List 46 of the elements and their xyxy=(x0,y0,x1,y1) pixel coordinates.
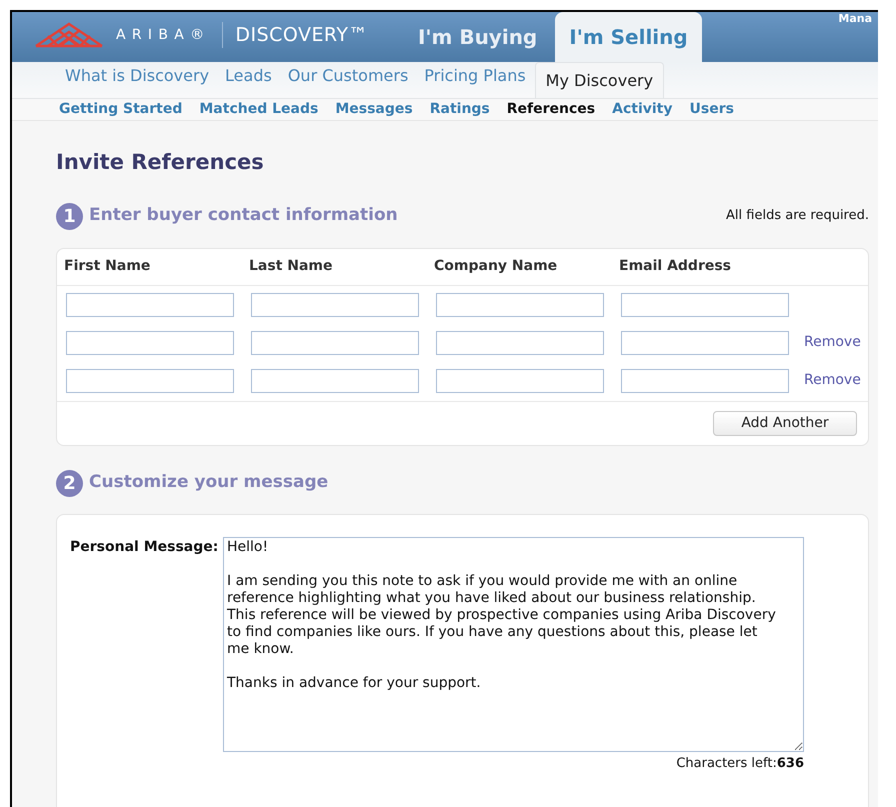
text-field[interactable] xyxy=(66,368,234,392)
text-field[interactable] xyxy=(251,368,419,392)
column-header: Company Name xyxy=(434,257,558,276)
product-name: DISCOVERY™ xyxy=(235,22,368,48)
column-header: Last Name xyxy=(249,257,334,276)
top-tab[interactable]: I'm Selling xyxy=(555,12,702,62)
subnav-link[interactable]: Messages xyxy=(335,99,413,120)
subnav-link[interactable]: Users xyxy=(690,99,734,120)
remove-link[interactable]: Remove xyxy=(804,370,861,391)
text-field[interactable] xyxy=(621,330,789,354)
nav-tab[interactable]: My Discovery xyxy=(534,62,664,98)
text-field[interactable] xyxy=(66,330,234,354)
add-another-button[interactable]: Add Another xyxy=(713,410,857,436)
nav-tab[interactable]: What is Discovery xyxy=(58,62,216,98)
text-field[interactable] xyxy=(436,292,604,316)
nav-tab[interactable]: Pricing Plans xyxy=(417,62,533,98)
text-field[interactable] xyxy=(621,292,789,316)
column-header: Email Address xyxy=(619,257,732,276)
step-number: 1 xyxy=(56,202,83,230)
characters-left: Characters left:636 xyxy=(676,754,804,772)
text-field[interactable] xyxy=(436,368,604,392)
nav-tab[interactable]: Leads xyxy=(218,62,279,98)
brand-name: ARIBA® xyxy=(116,26,210,44)
top-tab[interactable]: I'm Buying xyxy=(408,12,548,62)
subnav-link[interactable]: References xyxy=(506,99,596,120)
text-field[interactable] xyxy=(251,330,419,354)
remove-link[interactable]: Remove xyxy=(804,332,861,353)
step-number: 2 xyxy=(56,470,83,496)
subnav-link[interactable]: Ratings xyxy=(430,99,490,120)
text-field[interactable] xyxy=(251,292,419,316)
subnav-link[interactable]: Activity xyxy=(612,99,672,120)
step-title: Enter buyer contact information xyxy=(89,204,398,228)
subnav-link[interactable]: Getting Started xyxy=(59,99,182,120)
field-label: Personal Message: xyxy=(70,538,220,556)
step-title: Customize your message xyxy=(89,471,328,494)
text-field[interactable] xyxy=(436,330,604,354)
nav-tab[interactable]: Our Customers xyxy=(280,62,416,98)
required-note: All fields are required. xyxy=(726,207,869,226)
text-field[interactable] xyxy=(621,368,789,392)
user-name: Mana xyxy=(838,13,872,24)
subnav-link[interactable]: Matched Leads xyxy=(199,99,318,120)
message-field[interactable]: Hello! I am sending you this note to ask if you would provide me with an online reference highlighting what you have liked about our business relationship. This reference will be viewed by prospective companies using Ariba Discovery to find companies like ours. If you have any questions about this, please let me know. Thanks in advance for your support. xyxy=(223,536,804,752)
text-field[interactable] xyxy=(66,292,234,316)
page-title: Invite References xyxy=(56,149,265,176)
logo-icon xyxy=(34,22,104,48)
column-header: First Name xyxy=(64,257,152,276)
